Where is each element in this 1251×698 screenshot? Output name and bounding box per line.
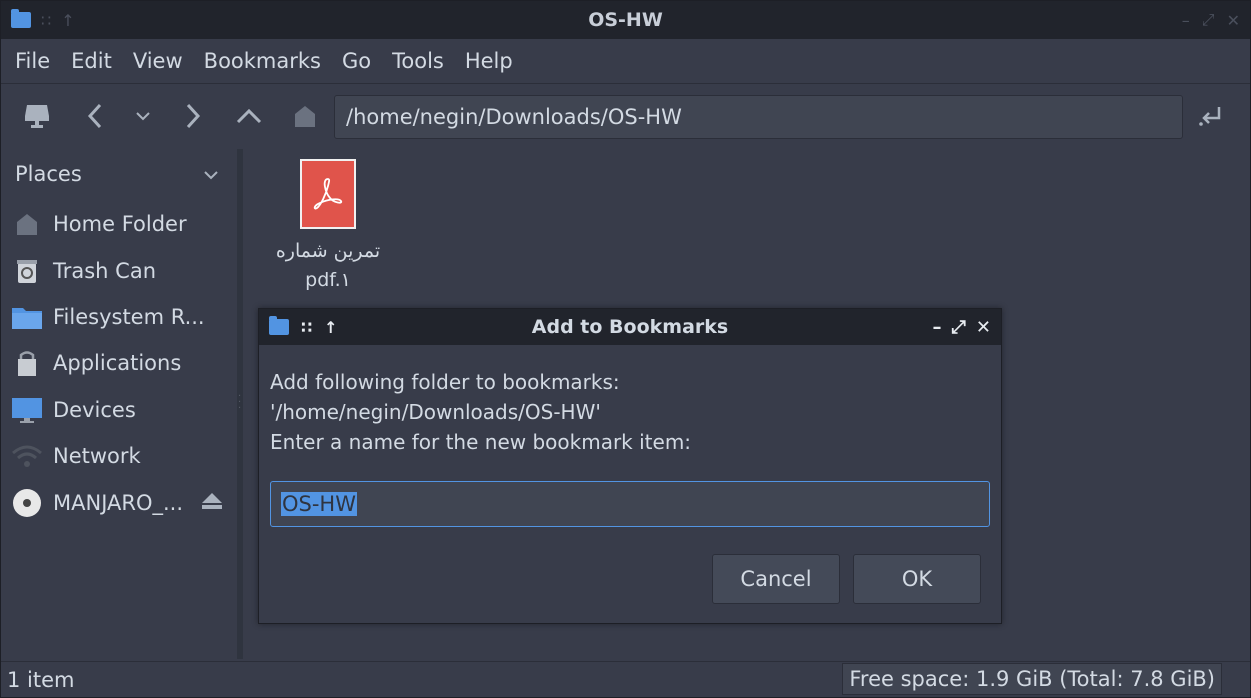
sidebar-item-label: Trash Can [53, 258, 157, 283]
parent-folder-button[interactable] [231, 96, 267, 136]
sidebar-item-label: Devices [53, 397, 136, 422]
places-header[interactable]: Places [1, 149, 237, 199]
menu-go[interactable]: Go [342, 49, 371, 73]
file-manager-window: ∷ ↑ OS-HW – ⤢ ✕ File Edit View Bookmarks… [0, 0, 1251, 698]
sidebar-item-label: Filesystem R... [53, 304, 205, 329]
chevron-down-icon[interactable] [203, 164, 219, 185]
dialog-line3: Enter a name for the new bookmark item: [270, 430, 692, 454]
free-space: Free space: 1.9 GiB (Total: 7.8 GiB) [842, 663, 1222, 695]
sidebar-item-label: Network [53, 444, 141, 469]
toolbar: /home/negin/Downloads/OS-HW [1, 83, 1250, 147]
new-window-button[interactable] [19, 96, 55, 136]
sidebar-item-network[interactable]: Network [1, 433, 237, 479]
add-bookmark-dialog: ∷ ↑ Add to Bookmarks – ⤢ ✕ Add following… [258, 308, 1002, 624]
ok-button[interactable]: OK [853, 554, 981, 604]
close-icon[interactable]: ✕ [976, 317, 991, 338]
chevron-up-icon [236, 108, 262, 124]
keep-above-icon[interactable]: ↑ [61, 11, 74, 30]
chevron-right-icon [186, 103, 201, 129]
pdf-icon [300, 159, 356, 229]
dialog-line1: Add following folder to bookmarks: [270, 370, 620, 394]
monitor-icon [11, 396, 43, 424]
file-item[interactable]: تمرین شماره pdf.۱ [263, 159, 393, 295]
history-dropdown-button[interactable] [125, 96, 161, 136]
file-name-line2: pdf.۱ [305, 269, 351, 291]
menu-help[interactable]: Help [465, 49, 513, 73]
applications-icon [11, 349, 43, 377]
menu-edit[interactable]: Edit [71, 49, 112, 73]
home-icon [11, 210, 43, 238]
file-name: تمرین شماره pdf.۱ [263, 237, 393, 295]
minimize-icon[interactable]: – [1182, 11, 1190, 30]
home-button[interactable] [287, 96, 323, 136]
computer-icon [25, 105, 49, 128]
dialog-title: Add to Bookmarks [531, 316, 729, 338]
menu-file[interactable]: File [15, 49, 50, 73]
sidebar-item-label: Applications [53, 351, 182, 376]
back-button[interactable] [77, 96, 113, 136]
location-path: /home/negin/Downloads/OS-HW [346, 105, 682, 129]
sidebar-item-devices[interactable]: Devices [1, 387, 237, 433]
pin-icon[interactable]: ∷ [41, 11, 51, 30]
chevron-down-icon [136, 112, 150, 121]
cancel-button[interactable]: Cancel [712, 554, 840, 604]
menu-view[interactable]: View [133, 49, 183, 73]
grip-icon: · · · [238, 391, 242, 414]
close-icon[interactable]: ✕ [1227, 11, 1240, 30]
chevron-left-icon [87, 103, 102, 129]
item-count: 1 item [7, 667, 75, 692]
statusbar: 1 item Free space: 1.9 GiB (Total: 7.8 G… [1, 661, 1250, 697]
bookmark-name-input[interactable]: OS-HW [270, 481, 990, 527]
dialog-line2: '/home/negin/Downloads/OS-HW' [270, 400, 601, 424]
sidebar-item-filesystem[interactable]: Filesystem R... [1, 294, 237, 340]
bookmark-name-value: OS-HW [281, 492, 357, 516]
sidebar-item-home[interactable]: Home Folder [1, 201, 237, 247]
menu-tools[interactable]: Tools [392, 49, 444, 73]
enter-arrow-icon [1199, 107, 1221, 126]
places-sidebar: Places Home Folder Trash Can Filesystem … [1, 149, 237, 659]
file-name-line1: تمرین شماره [275, 240, 381, 262]
disc-icon [11, 488, 43, 517]
keep-above-icon[interactable]: ↑ [324, 318, 337, 337]
places-header-label: Places [15, 162, 82, 186]
location-bar[interactable]: /home/negin/Downloads/OS-HW [334, 95, 1183, 139]
dialog-message: Add following folder to bookmarks: '/hom… [270, 367, 691, 457]
trash-icon [11, 257, 43, 285]
window-titlebar[interactable]: ∷ ↑ OS-HW – ⤢ ✕ [1, 1, 1250, 39]
wifi-icon [11, 442, 43, 470]
sidebar-item-label: MANJARO_... [53, 490, 184, 515]
maximize-icon[interactable]: ⤢ [952, 317, 966, 338]
forward-button[interactable] [175, 96, 211, 136]
menubar: File Edit View Bookmarks Go Tools Help [1, 41, 1250, 81]
sidebar-item-manjaro[interactable]: MANJARO_... [1, 479, 237, 525]
folder-icon [269, 316, 289, 335]
go-button[interactable] [1193, 96, 1229, 136]
maximize-icon[interactable]: ⤢ [1202, 10, 1215, 30]
folder-icon [11, 303, 43, 331]
minimize-icon[interactable]: – [933, 317, 942, 338]
pin-icon[interactable]: ∷ [301, 318, 312, 337]
sidebar-item-applications[interactable]: Applications [1, 340, 237, 386]
dialog-titlebar[interactable]: ∷ ↑ Add to Bookmarks – ⤢ ✕ [259, 309, 1001, 345]
sidebar-item-label: Home Folder [53, 212, 187, 237]
menu-bookmarks[interactable]: Bookmarks [204, 49, 321, 73]
eject-icon[interactable] [201, 491, 223, 515]
sidebar-item-trash[interactable]: Trash Can [1, 247, 237, 293]
home-icon [295, 106, 315, 127]
folder-icon [11, 9, 31, 28]
